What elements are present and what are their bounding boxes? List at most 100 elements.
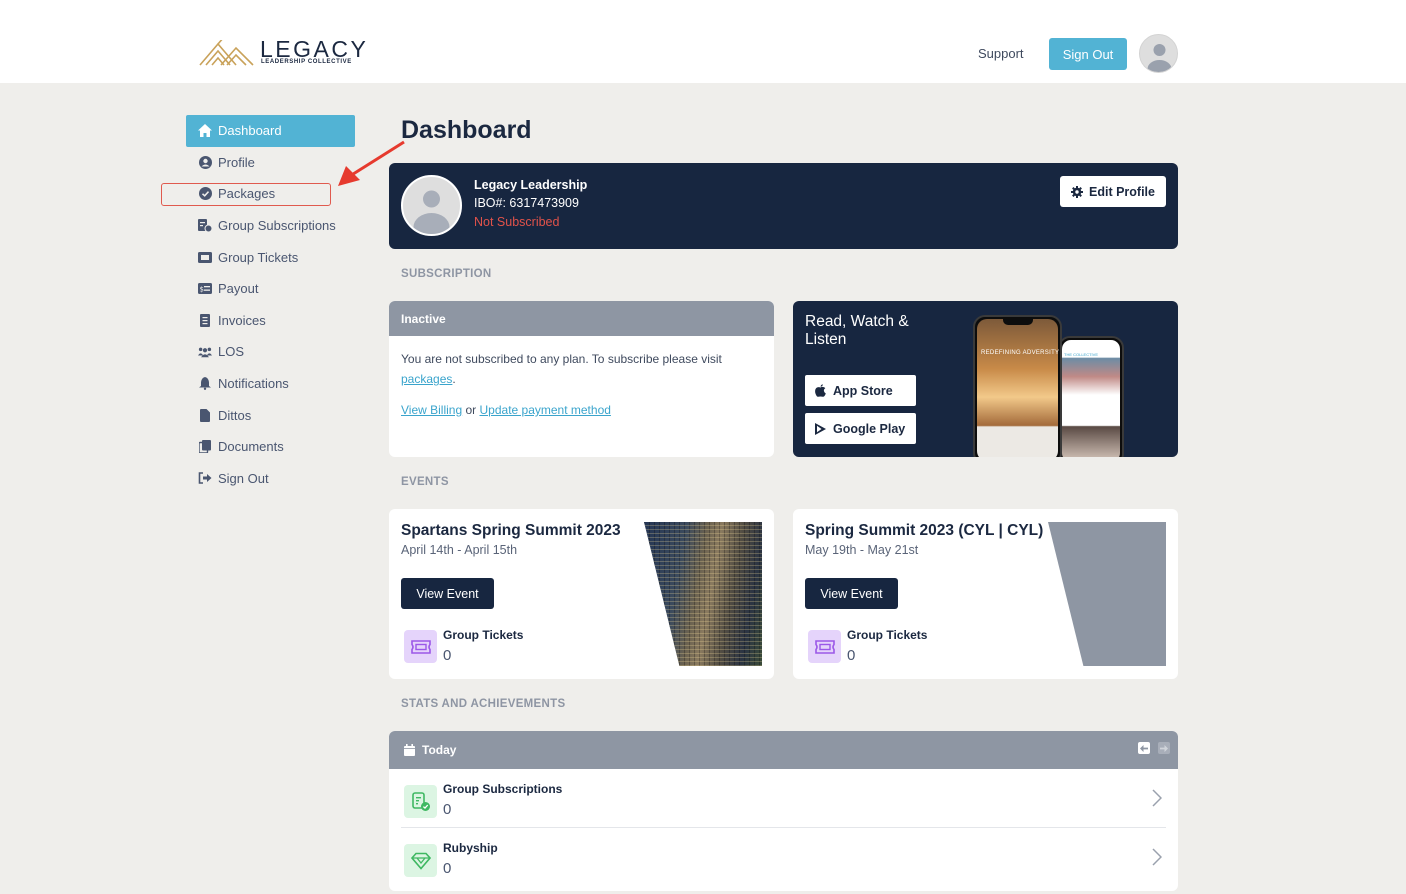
- group-tickets-count: 0: [443, 647, 452, 664]
- app-promo-card: Read, Watch & Listen App Store Google Pl…: [793, 301, 1178, 457]
- sidebar-item-payout[interactable]: $ Payout: [186, 273, 355, 305]
- sidebar-item-dittos[interactable]: Dittos: [186, 399, 355, 431]
- bell-icon: [198, 377, 212, 391]
- group-tickets-label: Group Tickets: [847, 628, 928, 642]
- phone-mockup-primary: REDEFINING ADVERSITY: [973, 315, 1062, 457]
- apple-icon: [815, 384, 826, 397]
- sidebar-item-label: LOS: [218, 344, 245, 360]
- top-bar: LEGACY LEADERSHIP COLLECTIVE Support Sig…: [0, 0, 1406, 83]
- stat-badge: [404, 785, 437, 818]
- phone-screen-image: [1062, 340, 1120, 457]
- event-image-placeholder: [1048, 522, 1166, 666]
- event-card: Spartans Spring Summit 2023 April 14th -…: [389, 509, 774, 679]
- stats-header: Today: [389, 731, 1178, 769]
- profile-avatar: [401, 175, 462, 236]
- stat-row-rubyship[interactable]: Rubyship 0: [401, 827, 1166, 885]
- previous-period-button[interactable]: [1138, 742, 1150, 754]
- stats-period-label: Today: [422, 743, 457, 757]
- profile-ibo-number: IBO#: 6317473909: [474, 196, 579, 210]
- sidebar-item-label: Notifications: [218, 376, 289, 392]
- sidebar-item-label: Payout: [218, 281, 259, 297]
- section-label-events: EVENTS: [401, 476, 449, 488]
- subscription-card: Inactive You are not subscribed to any p…: [389, 301, 774, 457]
- packages-link[interactable]: packages: [401, 372, 452, 386]
- subscription-message-text: You are not subscribed to any plan. To s…: [401, 352, 722, 366]
- edit-profile-label: Edit Profile: [1089, 184, 1155, 199]
- document-check-icon: [411, 791, 430, 811]
- user-avatar[interactable]: [1139, 34, 1178, 73]
- app-store-button[interactable]: App Store: [805, 375, 916, 406]
- money-card-icon: $: [198, 282, 212, 296]
- subscription-message-end: .: [452, 372, 456, 386]
- profile-name: Legacy Leadership: [474, 178, 588, 192]
- view-billing-link[interactable]: View Billing: [401, 403, 462, 417]
- ticket-badge: [404, 630, 437, 663]
- subscription-status-header: Inactive: [389, 301, 774, 336]
- receipt-icon: [198, 313, 212, 327]
- app-store-label: App Store: [833, 383, 893, 398]
- calendar-icon: [404, 744, 415, 756]
- sidebar-item-label: Documents: [218, 439, 284, 455]
- sidebar-item-group-tickets[interactable]: Group Tickets: [186, 241, 355, 273]
- sidebar-item-notifications[interactable]: Notifications: [186, 368, 355, 400]
- stat-row-group-subscriptions[interactable]: Group Subscriptions 0: [401, 769, 1166, 827]
- home-icon: [198, 124, 212, 138]
- app-promo-title: Read, Watch & Listen: [805, 313, 909, 348]
- support-link[interactable]: Support: [978, 46, 1024, 61]
- sidebar-item-label: Group Tickets: [218, 249, 299, 265]
- edit-profile-button[interactable]: Edit Profile: [1060, 176, 1166, 207]
- sidebar-item-documents[interactable]: Documents: [186, 431, 355, 463]
- update-payment-link[interactable]: Update payment method: [480, 403, 611, 417]
- copy-icon: [198, 440, 212, 454]
- event-card: Spring Summit 2023 (CYL | CYL) May 19th …: [793, 509, 1178, 679]
- event-dates: April 14th - April 15th: [401, 543, 518, 557]
- ticket-icon: [198, 250, 212, 264]
- file-icon: [198, 408, 212, 422]
- sidebar-item-group-subscriptions[interactable]: Group Subscriptions: [186, 210, 355, 242]
- logo-subtitle: LEADERSHIP COLLECTIVE: [261, 59, 352, 65]
- user-circle-icon: [198, 155, 212, 169]
- group-tickets-label: Group Tickets: [443, 628, 524, 642]
- page-title: Dashboard: [401, 116, 532, 144]
- event-image: [644, 522, 762, 666]
- sign-out-icon: [198, 471, 212, 485]
- document-check-icon: [198, 219, 212, 233]
- gear-icon: [1071, 185, 1083, 198]
- sidebar-item-label: Invoices: [218, 312, 266, 328]
- logo[interactable]: LEGACY LEADERSHIP COLLECTIVE: [199, 36, 366, 70]
- sidebar-item-label: Dittos: [218, 407, 252, 423]
- next-period-button[interactable]: [1158, 742, 1170, 754]
- subscription-status: Not Subscribed: [474, 215, 560, 229]
- google-play-icon: [815, 422, 826, 435]
- svg-text:$: $: [200, 286, 204, 294]
- stat-value: 0: [443, 860, 452, 877]
- section-label-stats: STATS AND ACHIEVEMENTS: [401, 698, 566, 710]
- stats-card: Today Group Subscriptions 0 Rubyship 0: [389, 731, 1178, 891]
- sign-out-button[interactable]: Sign Out: [1049, 38, 1127, 70]
- sidebar-item-invoices[interactable]: Invoices: [186, 305, 355, 337]
- stat-label: Group Subscriptions: [443, 782, 563, 796]
- phone-notch: [1003, 319, 1033, 325]
- event-title: Spring Summit 2023 (CYL | CYL): [805, 522, 1044, 539]
- chevron-right-icon: [1152, 848, 1162, 866]
- view-event-button[interactable]: View Event: [401, 578, 494, 609]
- ticket-icon: [814, 639, 835, 654]
- sidebar-item-label: Sign Out: [218, 470, 269, 486]
- view-event-button[interactable]: View Event: [805, 578, 898, 609]
- stat-label: Rubyship: [443, 841, 498, 855]
- phone-mockup-secondary: THE COLLECTIVE: [1058, 336, 1124, 457]
- sidebar-item-sign-out[interactable]: Sign Out: [186, 463, 355, 495]
- packages-highlight-box: [161, 183, 331, 206]
- phone-screen-title: THE COLLECTIVE: [1064, 352, 1099, 357]
- stat-value: 0: [443, 801, 452, 818]
- section-label-subscription: SUBSCRIPTION: [401, 268, 492, 280]
- arrow-left-icon: [1140, 744, 1148, 752]
- sidebar-item-label: Dashboard: [218, 123, 282, 139]
- ticket-badge: [808, 630, 841, 663]
- event-title: Spartans Spring Summit 2023: [401, 522, 621, 539]
- phone-screen-image: [977, 319, 1058, 457]
- google-play-button[interactable]: Google Play: [805, 413, 916, 444]
- user-avatar-icon: [413, 190, 450, 234]
- logo-mark-icon: [199, 40, 254, 66]
- sidebar-item-los[interactable]: LOS: [186, 336, 355, 368]
